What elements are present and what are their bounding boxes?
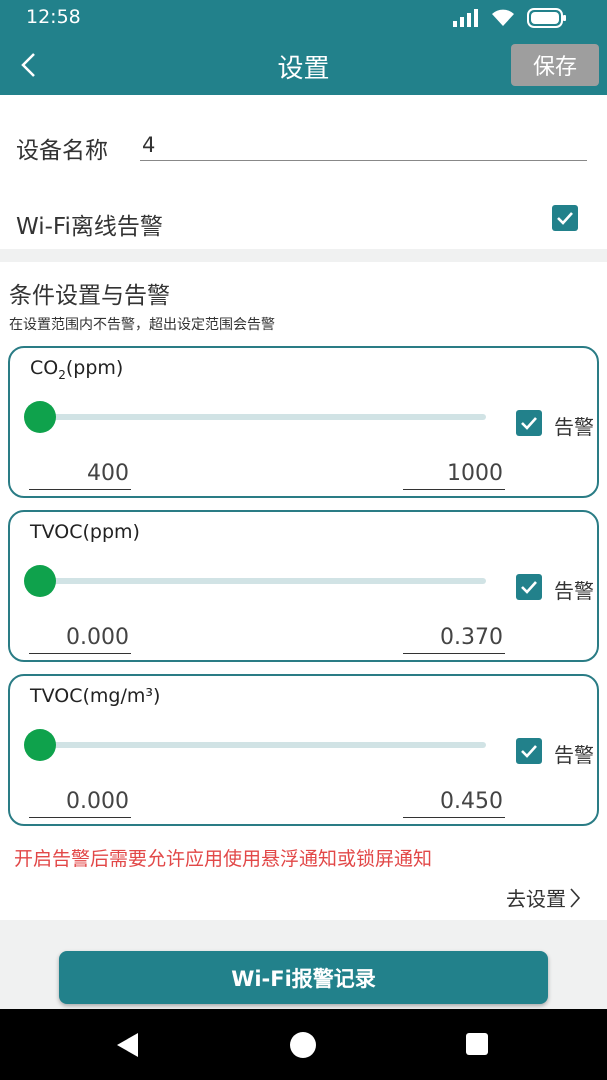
min-value-input[interactable] <box>29 786 131 818</box>
status-bar: 12:58 <box>0 0 607 34</box>
sensor-alarm-checkbox[interactable] <box>516 738 542 764</box>
sensor-label: TVOC(mg/m³) <box>30 685 161 707</box>
status-icons <box>453 8 567 28</box>
alarm-label: 告警 <box>554 743 594 767</box>
battery-icon <box>527 8 566 28</box>
check-icon <box>521 745 537 758</box>
sensor-label: CO2(ppm) <box>30 357 124 382</box>
nav-home-icon[interactable] <box>290 1032 316 1058</box>
range-slider-track[interactable] <box>34 578 486 584</box>
sensor-co2-card: CO2(ppm) 告警 <box>8 346 599 498</box>
alarm-label: 告警 <box>554 579 594 603</box>
min-value-input[interactable] <box>29 622 131 654</box>
status-time: 12:58 <box>26 6 81 28</box>
wifi-alarm-records-button[interactable]: Wi-Fi报警记录 <box>59 951 548 1004</box>
save-button[interactable]: 保存 <box>511 44 599 86</box>
nav-recent-apps-icon[interactable] <box>466 1033 488 1055</box>
app-bar: 设置 保存 <box>0 34 607 95</box>
go-settings-link[interactable]: 去设置 <box>506 883 581 912</box>
conditions-subtitle: 在设置范围内不告警，超出设定范围会告警 <box>9 317 275 333</box>
alarm-label: 告警 <box>554 415 594 439</box>
conditions-card: 条件设置与告警 在设置范围内不告警，超出设定范围会告警 CO2(ppm) 告警 … <box>0 262 607 920</box>
wifi-icon <box>492 9 514 26</box>
range-slider-thumb[interactable] <box>24 565 56 597</box>
range-slider-thumb[interactable] <box>24 729 56 761</box>
system-nav-bar <box>0 1009 607 1080</box>
device-name-input[interactable] <box>140 129 587 161</box>
nav-back-icon[interactable] <box>116 1032 140 1058</box>
check-icon <box>557 212 573 225</box>
max-value-input[interactable] <box>403 622 505 654</box>
check-icon <box>521 581 537 594</box>
device-settings-card: 设备名称 Wi-Fi离线告警 <box>0 95 607 249</box>
sensor-label: TVOC(ppm) <box>30 521 140 543</box>
sensor-tvoc-ppm-card: TVOC(ppm) 告警 <box>8 510 599 662</box>
device-name-label: 设备名称 <box>16 138 108 164</box>
max-value-input[interactable] <box>403 786 505 818</box>
sensor-tvoc-mgm3-card: TVOC(mg/m³) 告警 <box>8 674 599 826</box>
signal-icon <box>453 9 478 27</box>
sensor-alarm-checkbox[interactable] <box>516 574 542 600</box>
range-slider-track[interactable] <box>34 414 486 420</box>
max-value-input[interactable] <box>403 458 505 490</box>
chevron-right-icon <box>570 887 581 908</box>
range-slider-track[interactable] <box>34 742 486 748</box>
min-value-input[interactable] <box>29 458 131 490</box>
check-icon <box>521 417 537 430</box>
wifi-offline-alarm-checkbox[interactable] <box>552 205 578 231</box>
sensor-alarm-checkbox[interactable] <box>516 410 542 436</box>
wifi-offline-alarm-label: Wi-Fi离线告警 <box>16 214 163 240</box>
conditions-title: 条件设置与告警 <box>9 283 170 309</box>
notification-warning-text: 开启告警后需要允许应用使用悬浮通知或锁屏通知 <box>14 848 433 870</box>
range-slider-thumb[interactable] <box>24 401 56 433</box>
go-settings-label: 去设置 <box>506 887 566 911</box>
